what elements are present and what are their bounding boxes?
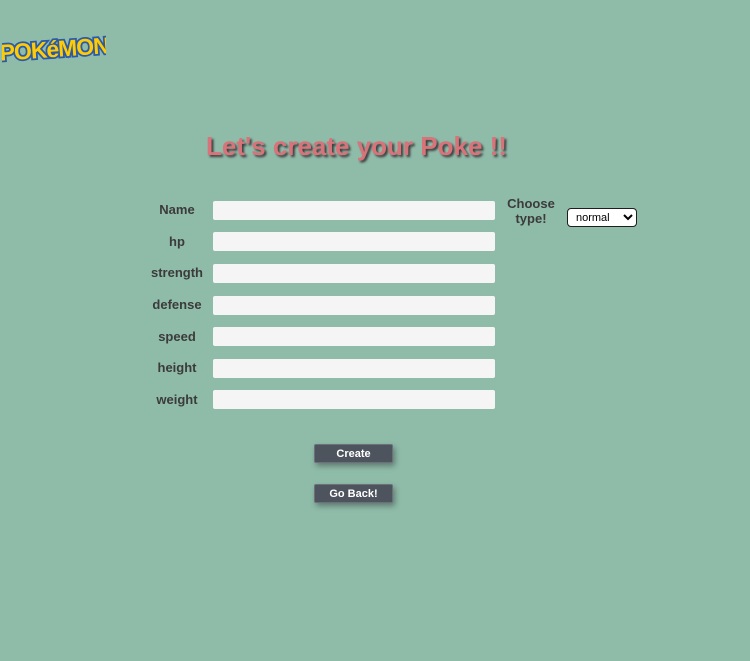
speed-input[interactable] <box>213 327 495 346</box>
weight-label: weight <box>156 392 198 407</box>
go-back-button[interactable]: Go Back! <box>314 484 393 503</box>
name-label: Name <box>159 202 195 217</box>
page-title: Let's create your Poke !! <box>206 131 507 161</box>
type-select[interactable]: normal <box>567 208 637 227</box>
speed-label: speed <box>158 329 196 344</box>
pokemon-logo: POKéMON <box>0 26 112 68</box>
defense-label: defense <box>152 297 202 312</box>
strength-input[interactable] <box>213 264 495 283</box>
height-input[interactable] <box>213 359 495 378</box>
choose-type-label-line2: type! <box>515 211 547 226</box>
weight-input[interactable] <box>213 390 495 409</box>
hp-label: hp <box>169 234 185 249</box>
choose-type-label: Choose type! <box>500 196 562 226</box>
defense-input[interactable] <box>213 296 495 315</box>
choose-type-label-line1: Choose <box>507 196 555 211</box>
create-button[interactable]: Create <box>314 444 393 463</box>
logo-wordmark: POKéMON <box>2 32 106 66</box>
hp-input[interactable] <box>213 232 495 251</box>
name-input[interactable] <box>213 201 495 220</box>
height-label: height <box>157 360 197 375</box>
strength-label: strength <box>151 265 203 280</box>
